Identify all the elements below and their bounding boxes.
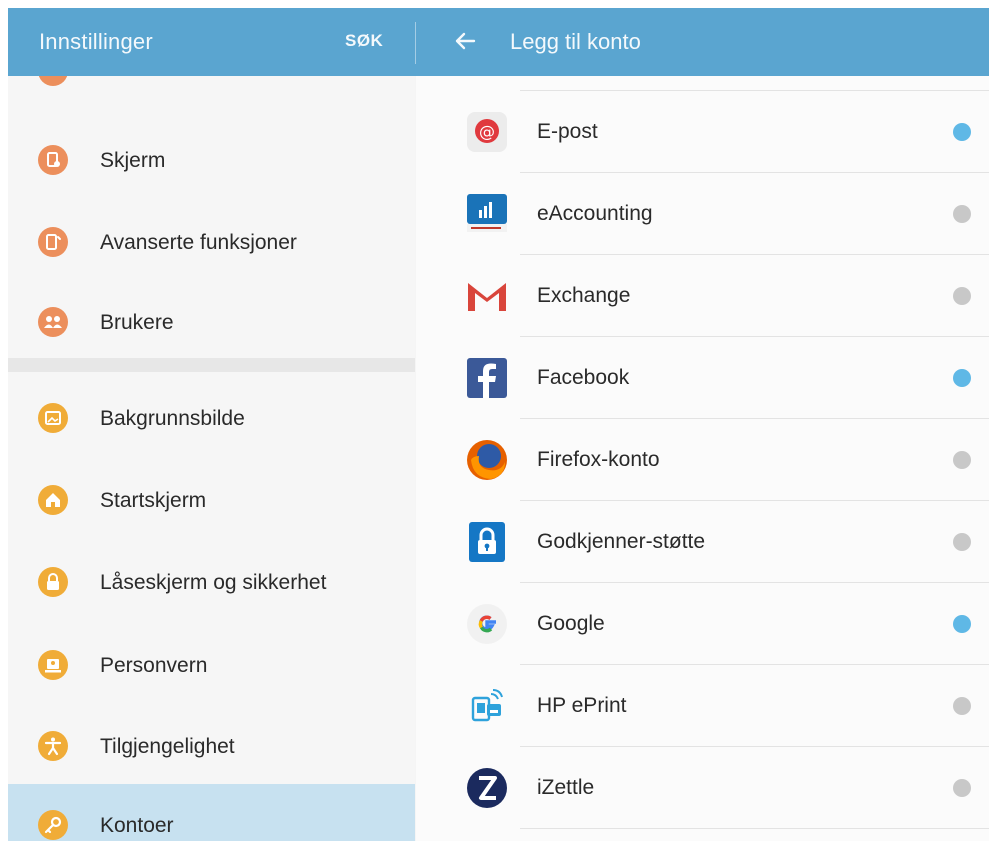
status-dot bbox=[953, 287, 971, 305]
wallpaper-icon bbox=[38, 403, 68, 433]
sidebar-section-divider bbox=[8, 358, 415, 372]
sidebar-item-label: Skjerm bbox=[100, 149, 166, 172]
sidebar-item-avanserte-funksjoner[interactable]: Avanserte funksjoner bbox=[8, 201, 415, 283]
lock-icon bbox=[38, 567, 68, 597]
facebook-icon bbox=[465, 356, 509, 400]
account-item-exchange[interactable]: Exchange bbox=[416, 255, 989, 337]
account-item-label: E-post bbox=[537, 120, 598, 143]
privacy-icon bbox=[38, 650, 68, 680]
status-dot bbox=[953, 779, 971, 797]
account-item-label: eAccounting bbox=[537, 202, 653, 225]
sidebar-item-bakgrunnsbilde[interactable]: Bakgrunnsbilde bbox=[8, 377, 415, 459]
sidebar-item-laseskjerm[interactable]: Låseskjerm og sikkerhet bbox=[8, 541, 415, 623]
account-item-hp-eprint[interactable]: HP ePrint bbox=[416, 665, 989, 747]
status-dot bbox=[953, 697, 971, 715]
izettle-icon bbox=[465, 766, 509, 810]
status-dot bbox=[953, 123, 971, 141]
settings-sidebar: Skjerm Avanserte funksjoner Brukere Bakg… bbox=[8, 76, 415, 841]
account-item-firefox-konto[interactable]: Firefox-konto bbox=[416, 419, 989, 501]
gmail-exchange-icon bbox=[465, 274, 509, 318]
display-icon bbox=[38, 145, 68, 175]
sidebar-item-label: Låseskjerm og sikkerhet bbox=[100, 571, 327, 594]
account-item-label: Google bbox=[537, 612, 605, 635]
account-item-label: Firefox-konto bbox=[537, 448, 660, 471]
settings-title: Innstillinger bbox=[39, 29, 153, 54]
key-icon bbox=[38, 810, 68, 840]
account-type-list: @ E-post eAccounting Exchange Facebook F… bbox=[416, 76, 989, 841]
account-item-google[interactable]: Google bbox=[416, 583, 989, 665]
status-dot bbox=[953, 533, 971, 551]
account-item-facebook[interactable]: Facebook bbox=[416, 337, 989, 419]
account-item-izettle[interactable]: iZettle bbox=[416, 747, 989, 829]
account-item-label: Exchange bbox=[537, 284, 631, 307]
authenticator-icon bbox=[465, 520, 509, 564]
sidebar-item-label: Brukere bbox=[100, 311, 174, 334]
hp-eprint-icon bbox=[465, 684, 509, 728]
account-item-godkjenner-stotte[interactable]: Godkjenner-støtte bbox=[416, 501, 989, 583]
sidebar-item-label: Bakgrunnsbilde bbox=[100, 407, 245, 430]
sidebar-item-brukere[interactable]: Brukere bbox=[8, 281, 415, 363]
partial-settings-icon bbox=[38, 76, 68, 86]
app-header: Innstillinger SØK Legg til konto bbox=[8, 8, 989, 76]
status-dot bbox=[953, 615, 971, 633]
email-icon: @ bbox=[465, 110, 509, 154]
sidebar-item-label: Avanserte funksjoner bbox=[100, 231, 297, 254]
sidebar-item-tilgjengelighet[interactable]: Tilgjengelighet bbox=[8, 705, 415, 787]
account-item-e-post[interactable]: @ E-post bbox=[416, 91, 989, 173]
back-button[interactable] bbox=[448, 24, 482, 58]
sidebar-item-label: Startskjerm bbox=[100, 489, 207, 512]
google-icon bbox=[465, 602, 509, 646]
settings-window: Innstillinger SØK Legg til konto Skjerm … bbox=[8, 8, 989, 841]
sidebar-item-kontoer[interactable]: Kontoer bbox=[8, 784, 415, 841]
advanced-features-icon bbox=[38, 227, 68, 257]
firefox-icon bbox=[465, 438, 509, 482]
users-icon bbox=[38, 307, 68, 337]
svg-text:@: @ bbox=[479, 122, 495, 141]
sidebar-item-startskjerm[interactable]: Startskjerm bbox=[8, 459, 415, 541]
arrow-left-icon bbox=[455, 32, 476, 50]
account-item-label: iZettle bbox=[537, 776, 595, 799]
accessibility-icon bbox=[38, 731, 68, 761]
home-icon bbox=[38, 485, 68, 515]
account-item-label: Facebook bbox=[537, 366, 630, 389]
account-item-label: Godkjenner-støtte bbox=[537, 530, 706, 553]
page-title: Legg til konto bbox=[510, 29, 641, 54]
status-dot bbox=[953, 369, 971, 387]
status-dot bbox=[953, 451, 971, 469]
list-divider bbox=[520, 828, 989, 829]
account-item-label: HP ePrint bbox=[537, 694, 627, 717]
sidebar-item-personvern[interactable]: Personvern bbox=[8, 624, 415, 706]
header-divider bbox=[415, 22, 416, 64]
sidebar-item-skjerm[interactable]: Skjerm bbox=[8, 119, 415, 201]
sidebar-item-label: Kontoer bbox=[100, 814, 174, 837]
account-item-eaccounting[interactable]: eAccounting bbox=[416, 173, 989, 255]
sidebar-item-label: Personvern bbox=[100, 654, 208, 677]
sidebar-item-label: Tilgjengelighet bbox=[100, 735, 235, 758]
search-button[interactable]: SØK bbox=[345, 31, 383, 51]
status-dot bbox=[953, 205, 971, 223]
eaccounting-icon bbox=[465, 192, 509, 236]
